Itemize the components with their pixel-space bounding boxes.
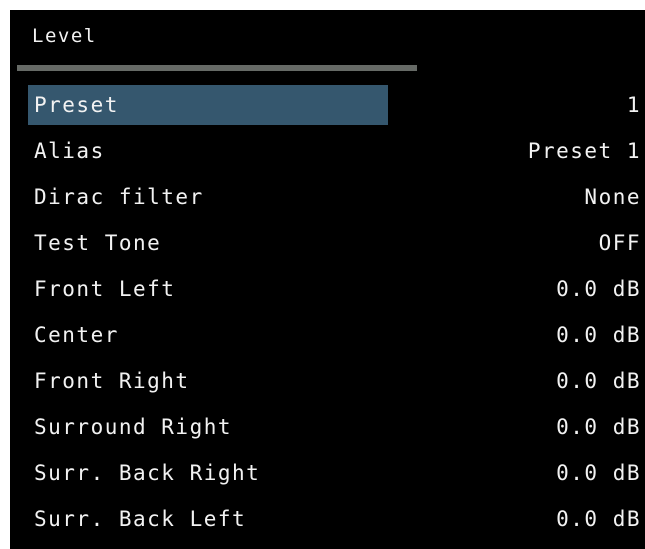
menu-row-alias[interactable]: Alias Preset 1 — [28, 131, 645, 171]
menu-row-value: 0.0 dB — [556, 369, 641, 393]
menu-row-value: Preset 1 — [527, 139, 641, 163]
menu-row-surround-right[interactable]: Surround Right 0.0 dB — [28, 407, 645, 447]
menu-row-value: None — [584, 185, 641, 209]
menu-row-label: Preset — [28, 85, 388, 125]
menu-row-label: Test Tone — [34, 231, 162, 255]
menu-row-label: Center — [34, 323, 119, 347]
menu-row-test-tone[interactable]: Test Tone OFF — [28, 223, 645, 263]
menu-row-surr-back-left[interactable]: Surr. Back Left 0.0 dB — [28, 499, 645, 539]
title-divider — [17, 65, 417, 71]
menu-row-label: Dirac filter — [34, 185, 204, 209]
menu-row-value: 0.0 dB — [556, 461, 641, 485]
menu-row-label: Surr. Back Right — [34, 461, 261, 485]
menu-row-value: 0.0 dB — [556, 277, 641, 301]
menu-row-label: Surr. Back Left — [34, 507, 247, 531]
menu-row-front-right[interactable]: Front Right 0.0 dB — [28, 361, 645, 401]
menu-row-surr-back-right[interactable]: Surr. Back Right 0.0 dB — [28, 453, 645, 493]
menu-row-preset[interactable]: Preset 1 — [28, 85, 645, 125]
menu-row-label: Alias — [34, 139, 105, 163]
menu-row-value: OFF — [598, 231, 641, 255]
menu-row-value: 0.0 dB — [556, 507, 641, 531]
menu-row-value: 0.0 dB — [556, 323, 641, 347]
menu-row-value: 0.0 dB — [556, 415, 641, 439]
menu-row-label: Front Right — [34, 369, 190, 393]
menu-row-label: Surround Right — [34, 415, 233, 439]
menu-row-value: 1 — [626, 93, 641, 117]
osd-screen: Level Preset 1 Alias Preset 1 Dirac filt… — [10, 10, 645, 549]
menu-row-label: Front Left — [34, 277, 176, 301]
menu-row-dirac-filter[interactable]: Dirac filter None — [28, 177, 645, 217]
menu-row-front-left[interactable]: Front Left 0.0 dB — [28, 269, 645, 309]
menu-title: Level — [32, 25, 97, 47]
menu-row-center[interactable]: Center 0.0 dB — [28, 315, 645, 355]
